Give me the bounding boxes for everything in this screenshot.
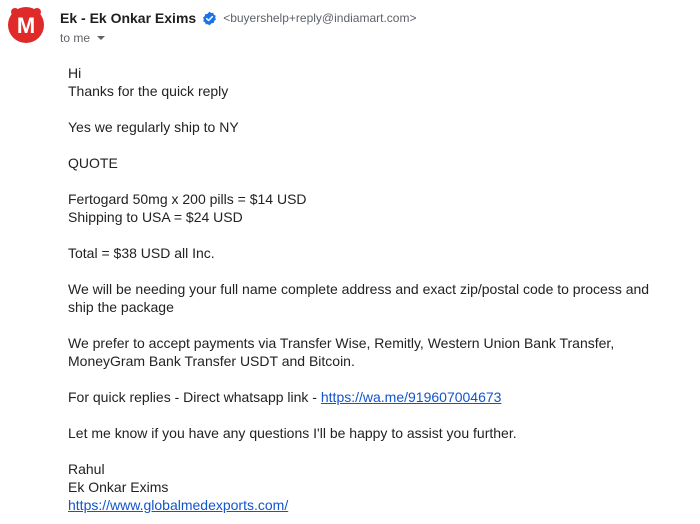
avatar-letter: M xyxy=(17,13,35,38)
greeting-text: Hi xyxy=(68,65,82,81)
message-body: Hi Thanks for the quick reply Yes we reg… xyxy=(68,64,668,514)
shipping-line: Shipping to USA = $24 USD xyxy=(68,209,243,225)
ship-text: Yes we regularly ship to NY xyxy=(68,119,239,135)
caret-down-icon[interactable] xyxy=(96,33,106,43)
signature-name: Rahul xyxy=(68,461,105,477)
whatsapp-link[interactable]: https://wa.me/919607004673 xyxy=(321,389,502,405)
recipient-row[interactable]: to me xyxy=(60,29,106,47)
signature-company: Ek Onkar Exims xyxy=(68,479,169,495)
quote-lines: Fertogard 50mg x 200 pills = $14 USD Shi… xyxy=(68,190,668,226)
whatsapp-line: For quick replies - Direct whatsapp link… xyxy=(68,388,668,406)
signature-block: Rahul Ek Onkar Exims https://www.globalm… xyxy=(68,460,668,514)
sender-name[interactable]: Ek - Ek Onkar Exims xyxy=(60,10,196,26)
payment-text: We prefer to accept payments via Transfe… xyxy=(68,335,615,369)
item-line: Fertogard 50mg x 200 pills = $14 USD xyxy=(68,191,307,207)
closing-text: Let me know if you have any questions I'… xyxy=(68,425,517,441)
sender-email: <buyershelp+reply@indiamart.com> xyxy=(223,11,417,25)
sender-avatar: M xyxy=(6,5,46,45)
signature-website-link[interactable]: https://www.globalmedexports.com/ xyxy=(68,497,288,513)
verified-badge-icon xyxy=(203,11,217,25)
thanks-text: Thanks for the quick reply xyxy=(68,83,229,99)
whatsapp-prefix: For quick replies - Direct whatsapp link… xyxy=(68,389,321,405)
sender-row: Ek - Ek Onkar Exims <buyershelp+reply@in… xyxy=(60,8,416,28)
total-line: Total = $38 USD all Inc. xyxy=(68,245,215,261)
address-request-text: We will be needing your full name comple… xyxy=(68,281,650,315)
greeting-block: Hi Thanks for the quick reply xyxy=(68,64,668,100)
recipient-label: to me xyxy=(60,31,91,45)
quote-heading: QUOTE xyxy=(68,155,118,171)
